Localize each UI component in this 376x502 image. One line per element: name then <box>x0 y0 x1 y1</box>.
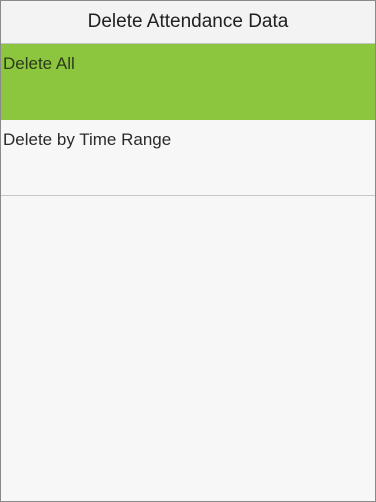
menu-item-delete-by-time-range[interactable]: Delete by Time Range <box>1 120 375 196</box>
menu-item-label: Delete by Time Range <box>3 130 172 149</box>
menu-item-delete-all[interactable]: Delete All <box>1 44 375 120</box>
device-screen: Delete Attendance Data Delete All Delete… <box>0 0 376 502</box>
empty-content-area <box>1 200 375 501</box>
menu-list: Delete All Delete by Time Range <box>1 44 375 196</box>
page-title-text: Delete Attendance Data <box>87 11 289 32</box>
menu-item-label: Delete All <box>3 54 75 73</box>
page-title: Delete Attendance Data <box>1 1 375 44</box>
